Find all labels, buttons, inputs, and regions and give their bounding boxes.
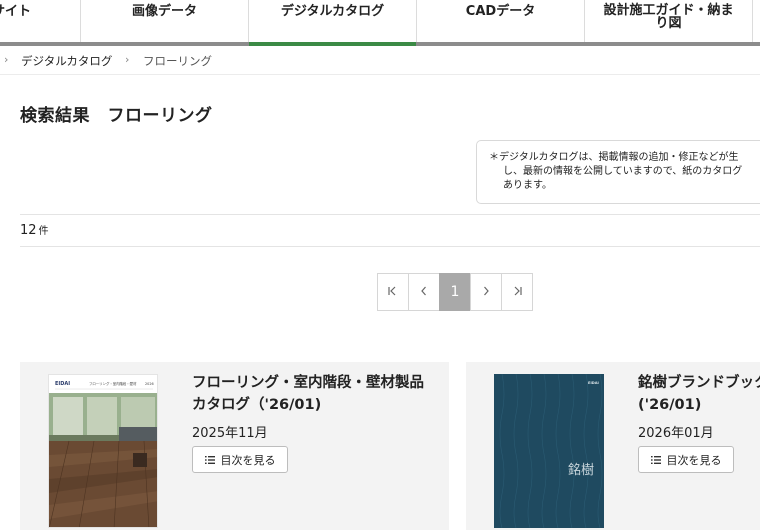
top-nav: サイト 画像データ デジタルカタログ CADデータ 設計施工ガイド・納ま り図 <box>0 0 760 46</box>
catalog-title-line: フローリング・室内階段・壁材製品 <box>192 375 424 391</box>
breadcrumb: › デジタルカタログ › フローリング <box>0 46 760 75</box>
nav-item-label: サイト <box>0 3 32 19</box>
pagination: 1 <box>377 273 533 311</box>
nav-divider <box>752 0 753 42</box>
next-page-button[interactable] <box>470 273 502 311</box>
divider <box>20 246 760 247</box>
breadcrumb-current: フローリング <box>143 54 212 68</box>
chevron-left-icon <box>419 285 429 300</box>
catalog-cover-image[interactable]: EIDAI フローリング・室内階段・壁材 2026 <box>48 374 158 528</box>
first-page-icon <box>387 285 399 300</box>
nav-item-label: CADデータ <box>465 3 536 19</box>
first-page-button[interactable] <box>377 273 409 311</box>
nav-item-label: デジタルカタログ <box>280 3 385 19</box>
chevron-right-icon: › <box>4 53 9 66</box>
catalog-title[interactable]: 銘樹ブランドブック ('26/01) <box>638 372 760 416</box>
nav-item-images[interactable]: 画像データ <box>81 0 248 32</box>
chevron-right-icon <box>481 285 491 300</box>
catalog-title-line: カタログ（'26/01) <box>192 397 322 413</box>
catalog-date: 2025年11月 <box>192 426 268 441</box>
nav-item-site[interactable]: サイト <box>0 0 54 32</box>
catalog-title-line: ('26/01) <box>638 397 702 413</box>
result-count: 12 件 <box>20 222 49 238</box>
page-title: 検索結果 フローリング <box>20 106 213 126</box>
list-icon <box>204 455 215 464</box>
nav-item-construction-guide[interactable]: 設計施工ガイド・納ま り図 <box>585 0 752 38</box>
view-toc-button[interactable]: 目次を見る <box>638 446 734 473</box>
catalog-cover-image[interactable]: EIDAI 銘樹 <box>494 374 604 528</box>
chevron-right-icon: › <box>125 53 130 66</box>
breadcrumb-link-digital-catalog[interactable]: デジタルカタログ <box>21 53 112 69</box>
result-count-unit: 件 <box>38 226 49 237</box>
last-page-icon <box>511 285 523 300</box>
nav-item-cad-data[interactable]: CADデータ <box>417 0 584 32</box>
page-button-current[interactable]: 1 <box>439 273 471 311</box>
nav-item-label: 設計施工ガイド・納ま り図 <box>603 3 734 31</box>
notice-line: あります。 <box>503 180 552 191</box>
result-count-number: 12 <box>20 223 37 238</box>
cover-heading: 銘樹 <box>568 463 594 478</box>
catalog-title-line: 銘樹ブランドブック <box>638 375 760 391</box>
notice-line: し、最新の情報を公開していますので、紙のカタログ <box>503 166 743 177</box>
catalog-title[interactable]: フローリング・室内階段・壁材製品 カタログ（'26/01) <box>192 372 424 416</box>
nav-item-label: 画像データ <box>131 3 197 19</box>
catalog-date: 2026年01月 <box>638 426 714 441</box>
notice-line: ＊デジタルカタログは、掲載情報の追加・修正などが生 <box>489 152 739 163</box>
catalog-card: EIDAI フローリング・室内階段・壁材 2026 フローリング・室内階段・壁材… <box>20 362 449 530</box>
view-toc-button[interactable]: 目次を見る <box>192 446 288 473</box>
view-toc-label: 目次を見る <box>666 453 722 467</box>
cover-year: 2026 <box>145 382 154 386</box>
divider <box>20 214 760 215</box>
list-icon <box>650 455 661 464</box>
view-toc-label: 目次を見る <box>220 453 276 467</box>
last-page-button[interactable] <box>501 273 533 311</box>
cover-brand: EIDAI <box>588 381 599 385</box>
prev-page-button[interactable] <box>408 273 440 311</box>
cover-heading: フローリング・室内階段・壁材 <box>89 381 137 386</box>
notice-box: ＊デジタルカタログは、掲載情報の追加・修正などが生 し、最新の情報を公開していま… <box>476 140 760 204</box>
nav-item-digital-catalog[interactable]: デジタルカタログ <box>249 0 416 32</box>
catalog-card: EIDAI 銘樹 銘樹ブランドブック ('26/01) 2026年01月 目次を… <box>466 362 760 530</box>
cover-brand: EIDAI <box>55 381 70 387</box>
